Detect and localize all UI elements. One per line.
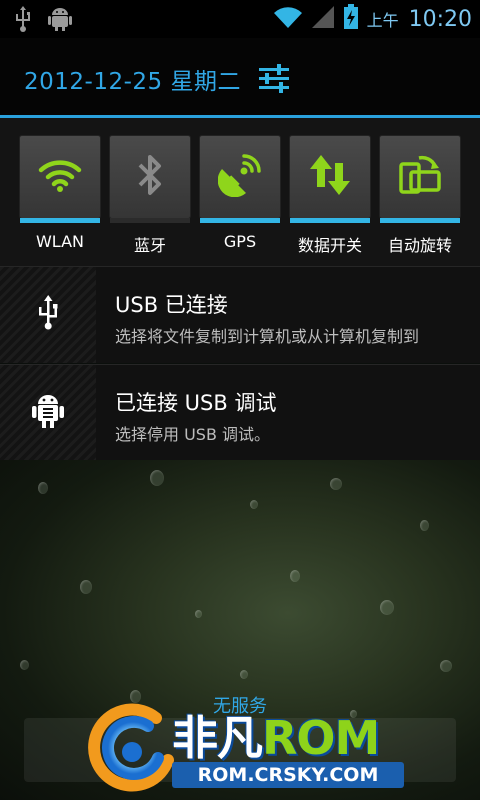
raindrop [330, 478, 342, 490]
status-bar: 上午 10:20 [0, 0, 480, 38]
toggle-wlan[interactable] [20, 136, 100, 224]
usb-icon [14, 6, 32, 36]
watermark-brand: 非凡ROM [172, 702, 380, 768]
watermark-brand-cn: 非凡 [172, 711, 263, 765]
toggle-indicator [200, 218, 280, 223]
notification-text: 选择将文件复制到计算机或从计算机复制到 [115, 327, 420, 346]
watermark-logo [86, 700, 182, 796]
toggle-label-wlan: WLAN [35, 232, 84, 251]
notification-icon-area [0, 267, 96, 363]
settings-button[interactable] [256, 60, 292, 96]
toggle-indicator [290, 218, 370, 223]
toggle-mobile-data[interactable] [290, 136, 370, 224]
status-time: 10:20 [408, 6, 472, 32]
quick-settings: WLAN 蓝牙 GPS 数据开关 自动旋转 [0, 118, 480, 266]
usb-icon [36, 295, 60, 335]
notification-title: 已连接 USB 调试 [115, 391, 277, 415]
toggle-indicator [20, 218, 100, 223]
data-transfer-icon [308, 153, 352, 201]
raindrop [195, 610, 202, 618]
toggle-gps[interactable] [200, 136, 280, 224]
toggle-auto-rotate[interactable] [380, 136, 460, 224]
notification-icon-area [0, 365, 96, 461]
toggle-label-data: 数据开关 [297, 236, 362, 255]
raindrop [420, 520, 429, 531]
toggle-indicator [380, 218, 460, 223]
notification-text: 选择停用 USB 调试。 [115, 425, 271, 444]
watermark-url: ROM.CRSKY.COM [172, 762, 404, 788]
toggle-indicator [110, 218, 190, 223]
toggle-tile [200, 136, 280, 218]
raindrop [240, 670, 248, 679]
signal-icon [311, 5, 335, 33]
status-ampm: 上午 [366, 11, 399, 30]
toggle-label-bluetooth: 蓝牙 [133, 236, 166, 255]
raindrop [250, 500, 258, 509]
wifi-icon [273, 5, 303, 33]
toggle-tile [380, 136, 460, 218]
watermark-brand-en: ROM [262, 711, 380, 765]
date-label: 2012-12-25 星期二 [24, 69, 241, 95]
settings-sliders-icon [256, 64, 292, 100]
gps-icon [217, 153, 262, 201]
battery-charging-icon [343, 4, 359, 34]
raindrop [290, 570, 300, 582]
raindrop [20, 660, 29, 670]
android-debug-icon [31, 392, 65, 434]
android-debug-icon [48, 6, 72, 36]
toggle-tile [290, 136, 370, 218]
raindrop [150, 470, 164, 486]
notification-usb-connected[interactable]: USB 已连接 选择将文件复制到计算机或从计算机复制到 [0, 266, 480, 363]
toggle-tile [20, 136, 100, 218]
wifi-icon [38, 158, 82, 196]
raindrop [38, 482, 48, 494]
toggle-bluetooth[interactable] [110, 136, 190, 224]
notification-title: USB 已连接 [115, 293, 228, 317]
toggle-label-gps: GPS [223, 232, 257, 251]
toggle-label-rotate: 自动旋转 [387, 236, 452, 255]
raindrop [440, 660, 452, 672]
raindrop [380, 600, 394, 615]
bluetooth-icon [135, 153, 165, 201]
raindrop [80, 580, 92, 594]
notification-usb-debugging[interactable]: 已连接 USB 调试 选择停用 USB 调试。 [0, 364, 480, 461]
notification-header: 2012-12-25 星期二 [0, 38, 480, 116]
rotate-icon [397, 152, 443, 202]
toggle-tile [110, 136, 190, 218]
